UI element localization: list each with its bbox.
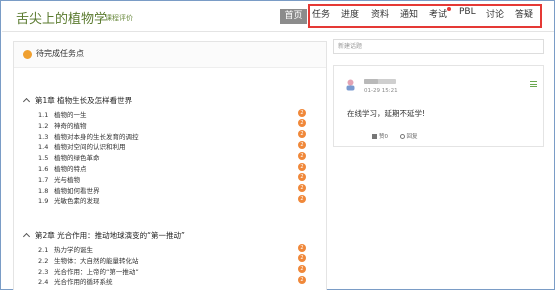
task-panel-title: 待完成任务点: [36, 49, 84, 58]
section-number: 2.3: [38, 267, 49, 276]
exam-notification-dot: [447, 7, 451, 11]
section-item[interactable]: 2.1 热力学的诞生: [38, 244, 93, 254]
section-number: 1.2: [38, 121, 49, 130]
nav-progress[interactable]: 进度: [341, 7, 359, 20]
nav-pbl[interactable]: PBL: [459, 7, 476, 17]
author-name-blur: [364, 79, 378, 84]
section-item[interactable]: 1.3 植物对本身的生长发育的调控: [38, 131, 139, 141]
section-number: 2.4: [38, 278, 49, 287]
section-number: 1.7: [38, 175, 49, 184]
task-count-badge: 2: [298, 151, 306, 160]
like-count[interactable]: 赞0: [379, 134, 388, 140]
top-header: 舌尖上的植物学 课程评价 首页 任务 进度 资料 通知 考试 PBL 讨论 答疑: [2, 2, 554, 32]
section-number: 1.9: [38, 197, 49, 206]
section-item[interactable]: 2.4 光合作用的循环系统: [38, 276, 113, 286]
nav-home-button[interactable]: 首页: [280, 9, 307, 24]
section-title: 光合作用的循环系统: [54, 278, 113, 287]
section-item[interactable]: 1.7 光与植物: [38, 174, 80, 184]
section-title: 植物的绿色革命: [54, 154, 100, 163]
chapter-title[interactable]: 第2章 光合作用：推动地球演变的“第一推动”: [22, 230, 185, 241]
task-count-badge: 2: [298, 243, 306, 252]
section-title: 植物对空间的认识和利用: [54, 143, 126, 152]
task-count-badge: 2: [298, 275, 306, 284]
nav-materials[interactable]: 资料: [371, 7, 389, 20]
new-topic-input[interactable]: 新建话题: [333, 39, 544, 54]
chapter-title[interactable]: 第1章 植物生长及怎样看世界: [22, 95, 133, 106]
section-title: 光与植物: [54, 175, 80, 184]
chapter-label: 第1章 植物生长及怎样看世界: [35, 96, 133, 105]
section-item[interactable]: 1.1 植物的一生: [38, 109, 87, 119]
section-item[interactable]: 1.9 光敏色素的发现: [38, 195, 100, 205]
section-item[interactable]: 1.6 植物的特点: [38, 163, 87, 173]
section-title: 光敏色素的发现: [54, 197, 100, 206]
section-item[interactable]: 1.2 神奇的植物: [38, 120, 87, 130]
reply-button[interactable]: 回复: [407, 134, 418, 140]
section-number: 1.5: [38, 154, 49, 163]
section-number: 1.6: [38, 165, 49, 173]
post-actions: 赞0 回复: [372, 132, 418, 140]
task-count-badge: 2: [298, 173, 306, 182]
section-number: 2.2: [38, 256, 49, 265]
discussion-post[interactable]: 01-29 15:21 在线学习，延期不延学! 赞0 回复: [333, 65, 544, 147]
task-count-badge: 2: [298, 265, 306, 274]
post-time: 01-29 15:21: [364, 88, 398, 94]
app-window: 舌尖上的植物学 课程评价 首页 任务 进度 资料 通知 考试 PBL 讨论 答疑…: [0, 0, 555, 290]
post-content: 在线学习，延期不延学!: [347, 109, 426, 118]
section-title: 神奇的植物: [54, 121, 87, 130]
course-title[interactable]: 舌尖上的植物学: [16, 8, 107, 27]
section-item[interactable]: 2.3 光合作用：上帝的“第一推动”: [38, 266, 139, 276]
task-count-badge: 2: [298, 254, 306, 263]
task-count-badge: 2: [298, 119, 306, 128]
section-number: 1.8: [38, 186, 49, 195]
section-item[interactable]: 2.2 生物体：大自然的能量转化站: [38, 255, 139, 265]
chapter-label: 第2章 光合作用：推动地球演变的“第一推动”: [35, 231, 185, 240]
section-title: 植物如何看世界: [54, 186, 100, 195]
section-item[interactable]: 1.8 植物如何看世界: [38, 185, 100, 195]
nav-discussion[interactable]: 讨论: [486, 7, 504, 20]
task-count-badge: 2: [298, 108, 306, 117]
nav-exam[interactable]: 考试: [429, 7, 447, 20]
chevron-up-icon[interactable]: [22, 232, 31, 241]
nav-task[interactable]: 任务: [312, 7, 330, 20]
section-number: 1.3: [38, 132, 49, 141]
section-title: 生物体：大自然的能量转化站: [54, 256, 139, 265]
avatar: [346, 79, 355, 91]
task-count-badge: 2: [298, 184, 306, 193]
section-number: 1.1: [38, 111, 49, 119]
section-title: 植物对本身的生长发育的调控: [54, 132, 139, 141]
section-title: 光合作用：上帝的“第一推动”: [54, 267, 139, 276]
task-count-badge: 2: [298, 140, 306, 149]
reply-icon[interactable]: [399, 134, 405, 139]
menu-icon[interactable]: [530, 81, 537, 87]
section-number: 1.4: [38, 143, 49, 152]
nav-qa[interactable]: 答疑: [515, 7, 533, 20]
task-panel: 待完成任务点 第1章 植物生长及怎样看世界 1.1 植物的一生 2 1.2 神奇的植物 2 1…: [13, 41, 327, 290]
task-panel-header: 待完成任务点: [14, 42, 326, 68]
section-title: 热力学的诞生: [54, 246, 93, 254]
section-number: 2.1: [38, 246, 49, 254]
task-count-badge: 2: [298, 130, 306, 139]
pending-dot-icon: [23, 50, 32, 59]
chevron-up-icon[interactable]: [22, 97, 31, 106]
section-item[interactable]: 1.5 植物的绿色革命: [38, 152, 100, 162]
section-title: 植物的特点: [54, 165, 87, 173]
task-count-badge: 2: [298, 194, 306, 203]
section-item[interactable]: 1.4 植物对空间的认识和利用: [38, 141, 126, 151]
course-review-link[interactable]: 课程评价: [105, 13, 133, 23]
section-title: 植物的一生: [54, 111, 87, 119]
thumbs-up-icon[interactable]: [372, 134, 377, 139]
nav-notice[interactable]: 通知: [400, 7, 418, 20]
task-count-badge: 2: [298, 162, 306, 171]
